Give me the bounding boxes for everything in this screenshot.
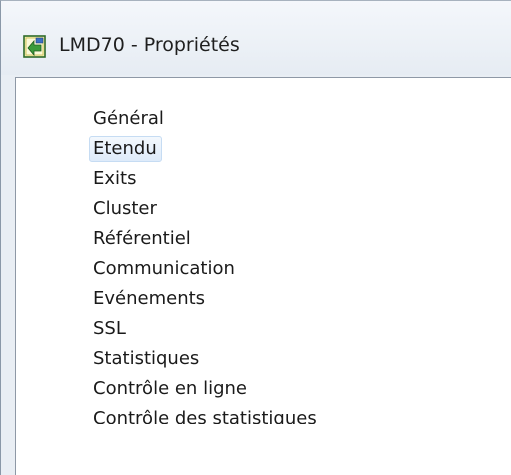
properties-panel: Général Etendu Exits Cluster Référentiel… [15, 77, 511, 475]
title-bar[interactable]: LMD70 - Propriétés [1, 1, 511, 75]
list-item-label: Cluster [93, 198, 157, 219]
list-item-controle-des-statistiques[interactable]: Contrôle des statistiques [90, 404, 317, 424]
list-item-communication[interactable]: Communication [90, 254, 317, 284]
list-item-cluster[interactable]: Cluster [90, 194, 317, 224]
list-item-label: Statistiques [93, 348, 200, 369]
properties-app-icon[interactable] [23, 35, 46, 58]
window-title: LMD70 - Propriétés [59, 34, 240, 56]
list-item-exits[interactable]: Exits [90, 164, 317, 194]
list-item-controle-en-ligne[interactable]: Contrôle en ligne [90, 374, 317, 404]
list-item-general[interactable]: Général [90, 104, 317, 134]
list-item-referentiel[interactable]: Référentiel [90, 224, 317, 254]
list-item-statistiques[interactable]: Statistiques [90, 344, 317, 374]
list-item-label: Contrôle en ligne [93, 378, 247, 399]
list-item-label: Référentiel [93, 228, 191, 249]
list-item-label: Exits [93, 168, 137, 189]
list-item-label: Evénements [93, 288, 206, 309]
list-item-label: SSL [93, 318, 126, 339]
properties-window: LMD70 - Propriétés Général Etendu Exits … [0, 0, 511, 475]
list-item-label: Communication [93, 258, 235, 279]
list-item-label: Etendu [89, 136, 162, 162]
list-item-evenements[interactable]: Evénements [90, 284, 317, 314]
list-item-label: Contrôle des statistiques [93, 408, 317, 424]
list-item-ssl[interactable]: SSL [90, 314, 317, 344]
category-list: Général Etendu Exits Cluster Référentiel… [89, 104, 317, 424]
list-item-etendu[interactable]: Etendu [89, 134, 317, 164]
list-item-label: Général [93, 108, 164, 129]
